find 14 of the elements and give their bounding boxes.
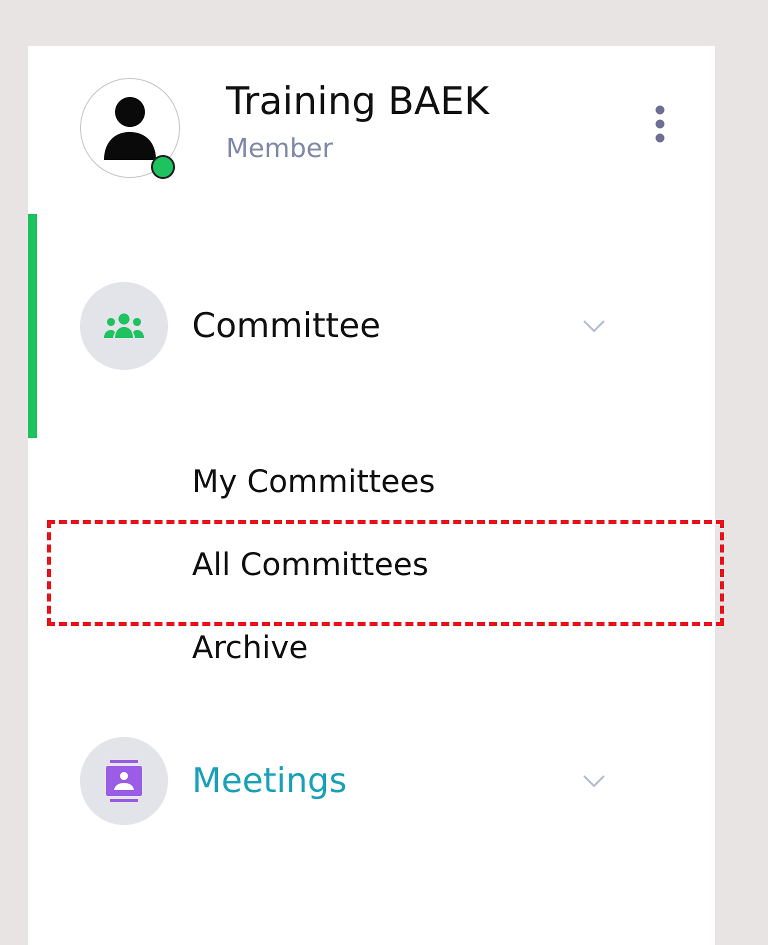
- submenu-link[interactable]: Archive: [192, 630, 308, 666]
- nav-label: Meetings: [192, 761, 348, 801]
- more-options-button[interactable]: [654, 104, 666, 144]
- submenu-link[interactable]: My Committees: [192, 464, 436, 500]
- user-role: Member: [226, 134, 334, 164]
- nav-item[interactable]: Committee: [28, 214, 715, 438]
- people-icon: [103, 313, 145, 339]
- contact-card-icon: [106, 760, 142, 802]
- nav-label: Committee: [192, 306, 382, 346]
- person-icon: [102, 96, 158, 160]
- user-name: Training BAEK: [226, 78, 491, 124]
- chevron-down-icon: [582, 774, 606, 788]
- submenu-link[interactable]: All Committees: [192, 546, 429, 582]
- chevron-down-icon: [582, 319, 606, 333]
